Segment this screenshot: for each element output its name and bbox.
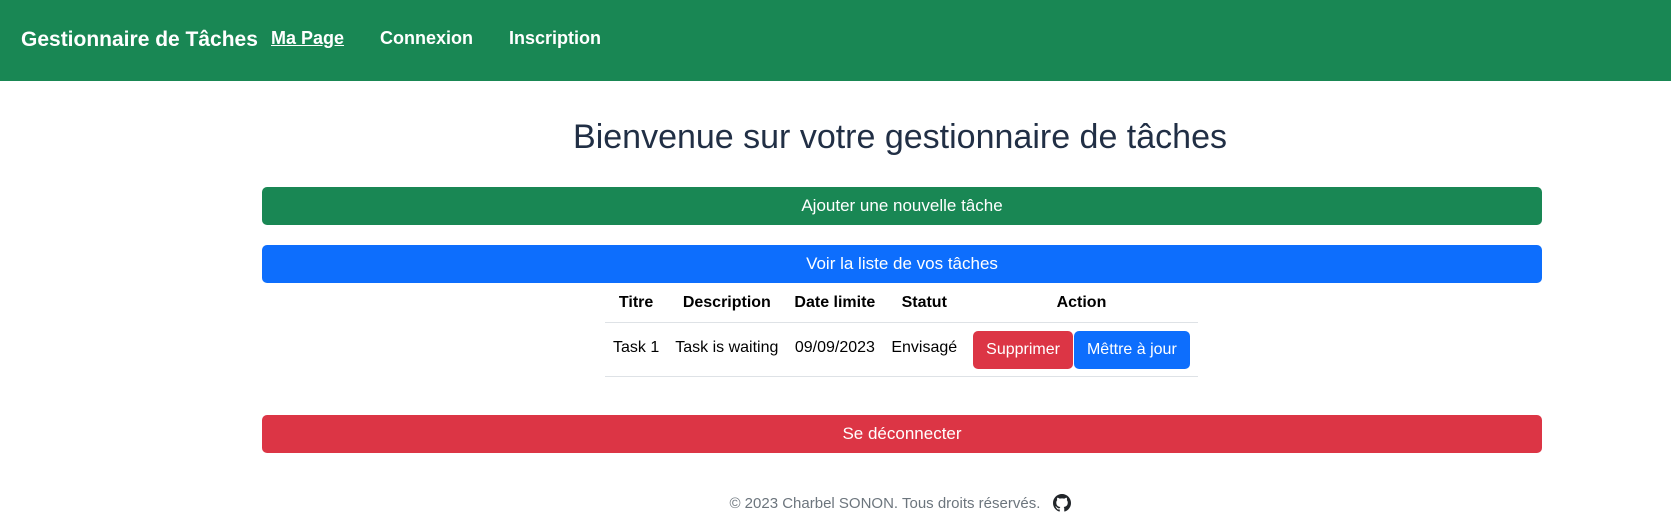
table-header-row: Titre Description Date limite Statut Act… xyxy=(605,284,1198,323)
footer-copyright: © 2023 Charbel SONON. Tous droits réserv… xyxy=(729,495,1041,512)
logout-button[interactable]: Se déconnecter xyxy=(262,415,1542,453)
cell-description: Task is waiting xyxy=(667,322,787,377)
footer: © 2023 Charbel SONON. Tous droits réserv… xyxy=(0,494,1671,512)
nav-link-ma-page[interactable]: Ma Page xyxy=(271,28,344,49)
navbar-brand[interactable]: Gestionnaire de Tâches xyxy=(21,28,258,52)
page-title: Bienvenue sur votre gestionnaire de tâch… xyxy=(573,118,1227,156)
delete-task-button[interactable]: Supprimer xyxy=(973,331,1073,369)
header-date-limite: Date limite xyxy=(786,284,884,323)
header-titre: Titre xyxy=(605,284,668,323)
nav-link-connexion[interactable]: Connexion xyxy=(380,28,473,49)
task-table: Titre Description Date limite Statut Act… xyxy=(605,284,1198,377)
navbar: Gestionnaire de Tâches Ma Page Connexion… xyxy=(0,0,1671,81)
cell-statut: Envisagé xyxy=(883,322,966,377)
cell-action: Supprimer Mêttre à jour xyxy=(965,322,1198,377)
update-task-button[interactable]: Mêttre à jour xyxy=(1073,331,1190,369)
cell-date-limite: 09/09/2023 xyxy=(786,322,884,377)
cell-titre: Task 1 xyxy=(605,322,668,377)
github-icon[interactable] xyxy=(1052,494,1071,512)
view-task-list-button[interactable]: Voir la liste de vos tâches xyxy=(262,245,1542,283)
header-description: Description xyxy=(667,284,787,323)
add-task-button[interactable]: Ajouter une nouvelle tâche xyxy=(262,187,1542,225)
nav-link-inscription[interactable]: Inscription xyxy=(509,28,601,49)
table-row: Task 1 Task is waiting 09/09/2023 Envisa… xyxy=(605,322,1198,377)
header-action: Action xyxy=(965,284,1198,323)
header-statut: Statut xyxy=(883,284,966,323)
